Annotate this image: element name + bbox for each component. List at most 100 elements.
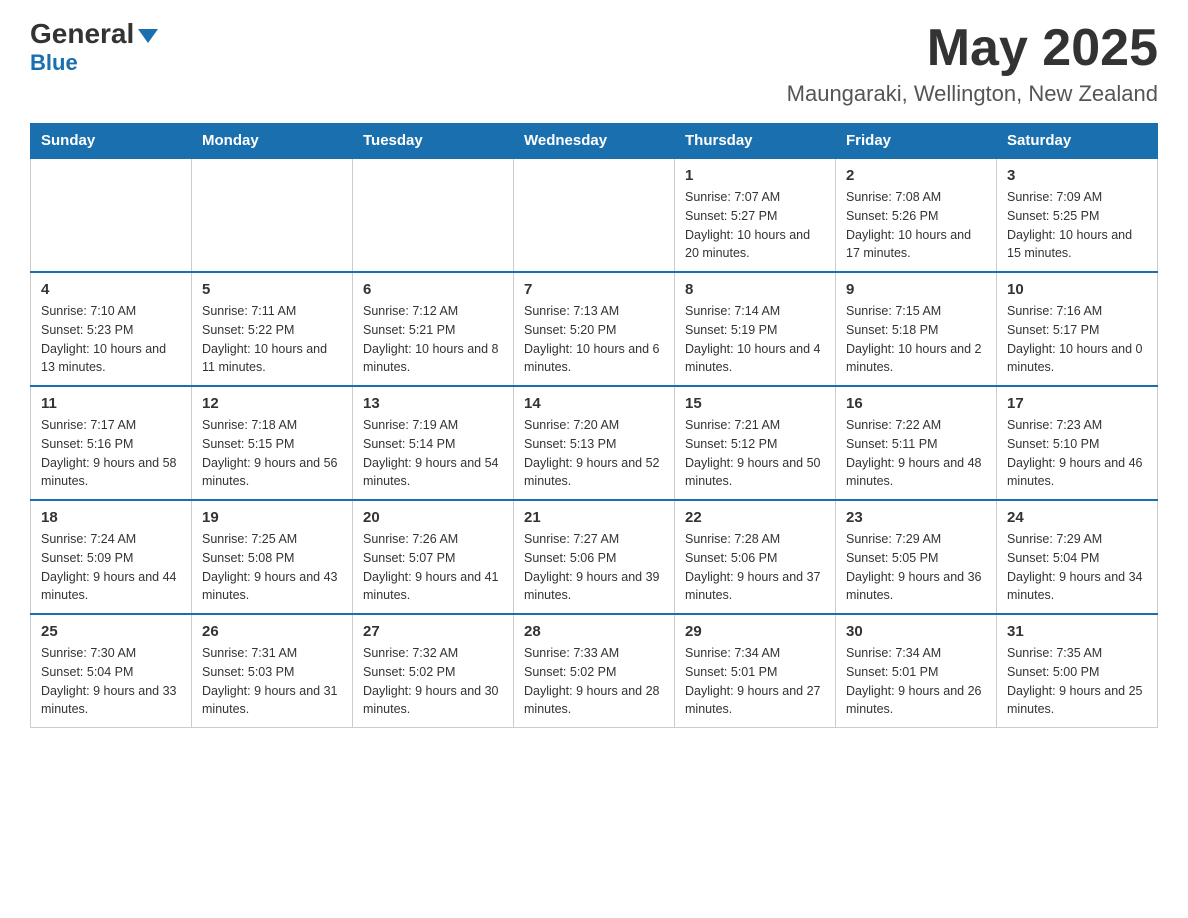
- table-row: 2 Sunrise: 7:08 AM Sunset: 5:26 PM Daylig…: [836, 158, 997, 272]
- day-number: 9: [846, 281, 986, 298]
- day-info: Sunrise: 7:32 AM Sunset: 5:02 PM Dayligh…: [363, 644, 503, 719]
- day-info: Sunrise: 7:13 AM Sunset: 5:20 PM Dayligh…: [524, 302, 664, 377]
- day-number: 3: [1007, 167, 1147, 184]
- table-row: 30 Sunrise: 7:34 AM Sunset: 5:01 PM Dayli…: [836, 614, 997, 728]
- day-info: Sunrise: 7:20 AM Sunset: 5:13 PM Dayligh…: [524, 416, 664, 491]
- table-row: [31, 158, 192, 272]
- day-number: 8: [685, 281, 825, 298]
- logo-sub: Blue: [30, 50, 78, 76]
- table-row: 4Sunrise: 7:10 AM Sunset: 5:23 PM Daylig…: [31, 272, 192, 386]
- table-row: 11 Sunrise: 7:17 AM Sunset: 5:16 PM Dayli…: [31, 386, 192, 500]
- table-row: [353, 158, 514, 272]
- table-row: 27 Sunrise: 7:32 AM Sunset: 5:02 PM Dayli…: [353, 614, 514, 728]
- day-info: Sunrise: 7:24 AM Sunset: 5:09 PM Dayligh…: [41, 530, 181, 605]
- day-info: Sunrise: 7:08 AM Sunset: 5:26 PM Dayligh…: [846, 188, 986, 263]
- calendar-week-row: 1Sunrise: 7:07 AM Sunset: 5:27 PM Daylig…: [31, 158, 1158, 272]
- table-row: 20 Sunrise: 7:26 AM Sunset: 5:07 PM Dayli…: [353, 500, 514, 614]
- day-info: Sunrise: 7:11 AM Sunset: 5:22 PM Dayligh…: [202, 302, 342, 377]
- day-number: 21: [524, 509, 664, 526]
- day-number: 25: [41, 623, 181, 640]
- day-number: 24: [1007, 509, 1147, 526]
- day-number: 12: [202, 395, 342, 412]
- day-number: 23: [846, 509, 986, 526]
- table-row: 13 Sunrise: 7:19 AM Sunset: 5:14 PM Dayli…: [353, 386, 514, 500]
- day-number: 27: [363, 623, 503, 640]
- day-info: Sunrise: 7:09 AM Sunset: 5:25 PM Dayligh…: [1007, 188, 1147, 263]
- logo: General Blue: [30, 20, 158, 76]
- day-number: 30: [846, 623, 986, 640]
- day-number: 11: [41, 395, 181, 412]
- table-row: 12 Sunrise: 7:18 AM Sunset: 5:15 PM Dayli…: [192, 386, 353, 500]
- logo-main: General: [30, 20, 158, 48]
- location-title: Maungaraki, Wellington, New Zealand: [787, 81, 1158, 107]
- day-number: 16: [846, 395, 986, 412]
- day-number: 20: [363, 509, 503, 526]
- day-info: Sunrise: 7:26 AM Sunset: 5:07 PM Dayligh…: [363, 530, 503, 605]
- day-number: 4: [41, 281, 181, 298]
- day-info: Sunrise: 7:14 AM Sunset: 5:19 PM Dayligh…: [685, 302, 825, 377]
- day-info: Sunrise: 7:31 AM Sunset: 5:03 PM Dayligh…: [202, 644, 342, 719]
- day-info: Sunrise: 7:22 AM Sunset: 5:11 PM Dayligh…: [846, 416, 986, 491]
- calendar-week-row: 25 Sunrise: 7:30 AM Sunset: 5:04 PM Dayli…: [31, 614, 1158, 728]
- logo-triangle-icon: [138, 29, 158, 43]
- table-row: 26 Sunrise: 7:31 AM Sunset: 5:03 PM Dayli…: [192, 614, 353, 728]
- day-info: Sunrise: 7:12 AM Sunset: 5:21 PM Dayligh…: [363, 302, 503, 377]
- table-row: 3 Sunrise: 7:09 AM Sunset: 5:25 PM Daylig…: [997, 158, 1158, 272]
- table-row: 23 Sunrise: 7:29 AM Sunset: 5:05 PM Dayli…: [836, 500, 997, 614]
- day-number: 31: [1007, 623, 1147, 640]
- table-row: 7Sunrise: 7:13 AM Sunset: 5:20 PM Daylig…: [514, 272, 675, 386]
- day-info: Sunrise: 7:35 AM Sunset: 5:00 PM Dayligh…: [1007, 644, 1147, 719]
- table-row: 19 Sunrise: 7:25 AM Sunset: 5:08 PM Dayli…: [192, 500, 353, 614]
- day-info: Sunrise: 7:29 AM Sunset: 5:05 PM Dayligh…: [846, 530, 986, 605]
- day-number: 15: [685, 395, 825, 412]
- day-info: Sunrise: 7:28 AM Sunset: 5:06 PM Dayligh…: [685, 530, 825, 605]
- day-info: Sunrise: 7:18 AM Sunset: 5:15 PM Dayligh…: [202, 416, 342, 491]
- day-info: Sunrise: 7:34 AM Sunset: 5:01 PM Dayligh…: [685, 644, 825, 719]
- day-number: 19: [202, 509, 342, 526]
- title-section: May 2025 Maungaraki, Wellington, New Zea…: [787, 20, 1158, 107]
- calendar-week-row: 18Sunrise: 7:24 AM Sunset: 5:09 PM Dayli…: [31, 500, 1158, 614]
- day-info: Sunrise: 7:07 AM Sunset: 5:27 PM Dayligh…: [685, 188, 825, 263]
- day-number: 29: [685, 623, 825, 640]
- day-number: 6: [363, 281, 503, 298]
- calendar-table: Sunday Monday Tuesday Wednesday Thursday…: [30, 123, 1158, 728]
- table-row: 14Sunrise: 7:20 AM Sunset: 5:13 PM Dayli…: [514, 386, 675, 500]
- table-row: 18Sunrise: 7:24 AM Sunset: 5:09 PM Dayli…: [31, 500, 192, 614]
- day-info: Sunrise: 7:16 AM Sunset: 5:17 PM Dayligh…: [1007, 302, 1147, 377]
- day-info: Sunrise: 7:19 AM Sunset: 5:14 PM Dayligh…: [363, 416, 503, 491]
- table-row: 1Sunrise: 7:07 AM Sunset: 5:27 PM Daylig…: [675, 158, 836, 272]
- day-number: 10: [1007, 281, 1147, 298]
- day-info: Sunrise: 7:15 AM Sunset: 5:18 PM Dayligh…: [846, 302, 986, 377]
- col-tuesday: Tuesday: [353, 124, 514, 159]
- table-row: 10 Sunrise: 7:16 AM Sunset: 5:17 PM Dayli…: [997, 272, 1158, 386]
- table-row: 6 Sunrise: 7:12 AM Sunset: 5:21 PM Daylig…: [353, 272, 514, 386]
- table-row: 17 Sunrise: 7:23 AM Sunset: 5:10 PM Dayli…: [997, 386, 1158, 500]
- table-row: 8 Sunrise: 7:14 AM Sunset: 5:19 PM Daylig…: [675, 272, 836, 386]
- table-row: 22 Sunrise: 7:28 AM Sunset: 5:06 PM Dayli…: [675, 500, 836, 614]
- day-info: Sunrise: 7:29 AM Sunset: 5:04 PM Dayligh…: [1007, 530, 1147, 605]
- day-number: 22: [685, 509, 825, 526]
- day-number: 26: [202, 623, 342, 640]
- day-number: 13: [363, 395, 503, 412]
- day-info: Sunrise: 7:17 AM Sunset: 5:16 PM Dayligh…: [41, 416, 181, 491]
- day-info: Sunrise: 7:34 AM Sunset: 5:01 PM Dayligh…: [846, 644, 986, 719]
- month-title: May 2025: [787, 20, 1158, 77]
- table-row: 24 Sunrise: 7:29 AM Sunset: 5:04 PM Dayli…: [997, 500, 1158, 614]
- page-header: General Blue May 2025 Maungaraki, Wellin…: [30, 20, 1158, 107]
- day-info: Sunrise: 7:25 AM Sunset: 5:08 PM Dayligh…: [202, 530, 342, 605]
- table-row: [514, 158, 675, 272]
- day-info: Sunrise: 7:30 AM Sunset: 5:04 PM Dayligh…: [41, 644, 181, 719]
- table-row: 9 Sunrise: 7:15 AM Sunset: 5:18 PM Daylig…: [836, 272, 997, 386]
- day-number: 2: [846, 167, 986, 184]
- col-saturday: Saturday: [997, 124, 1158, 159]
- table-row: 5Sunrise: 7:11 AM Sunset: 5:22 PM Daylig…: [192, 272, 353, 386]
- table-row: 21Sunrise: 7:27 AM Sunset: 5:06 PM Dayli…: [514, 500, 675, 614]
- day-number: 17: [1007, 395, 1147, 412]
- table-row: [192, 158, 353, 272]
- table-row: 16 Sunrise: 7:22 AM Sunset: 5:11 PM Dayli…: [836, 386, 997, 500]
- col-monday: Monday: [192, 124, 353, 159]
- col-thursday: Thursday: [675, 124, 836, 159]
- day-info: Sunrise: 7:21 AM Sunset: 5:12 PM Dayligh…: [685, 416, 825, 491]
- day-info: Sunrise: 7:33 AM Sunset: 5:02 PM Dayligh…: [524, 644, 664, 719]
- day-info: Sunrise: 7:23 AM Sunset: 5:10 PM Dayligh…: [1007, 416, 1147, 491]
